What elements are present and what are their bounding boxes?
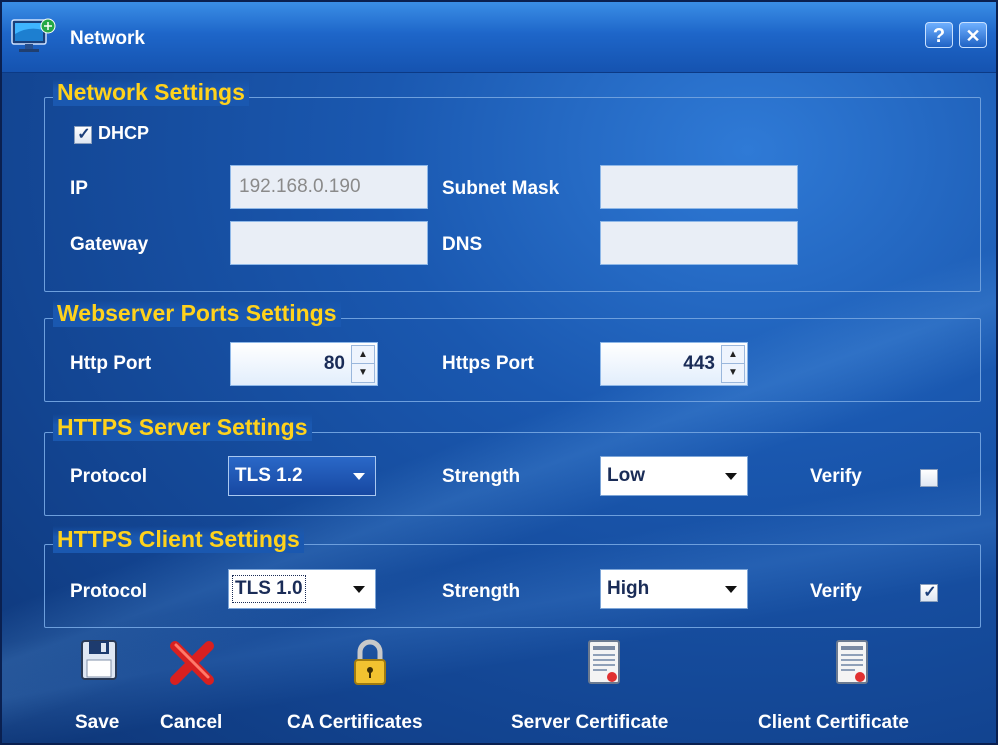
close-button[interactable]: ✕ xyxy=(959,22,987,48)
cancel-button[interactable] xyxy=(167,638,217,688)
ca-certificates-button[interactable] xyxy=(350,638,390,688)
spin-down-icon[interactable]: ▼ xyxy=(352,364,374,382)
certificate-document-icon xyxy=(836,640,868,684)
chevron-down-icon xyxy=(353,586,365,593)
window-title: Network xyxy=(70,28,145,49)
floppy-disk-icon xyxy=(81,640,117,680)
padlock-icon xyxy=(354,639,386,685)
http-port-value: 80 xyxy=(323,353,345,374)
server-strength-label: Strength xyxy=(442,466,521,487)
http-port-stepper[interactable]: ▲ ▼ xyxy=(351,345,375,383)
server-strength-value: Low xyxy=(607,465,645,486)
client-strength-label: Strength xyxy=(442,581,521,602)
server-verify-checkbox[interactable] xyxy=(920,469,938,487)
spin-down-icon[interactable]: ▼ xyxy=(722,364,744,382)
client-protocol-value: TLS 1.0 xyxy=(232,575,306,603)
chevron-down-icon xyxy=(725,586,737,593)
spin-up-icon[interactable]: ▲ xyxy=(352,346,374,364)
client-verify-checkbox[interactable]: ✓ xyxy=(920,584,938,602)
server-certificate-button[interactable] xyxy=(587,638,623,688)
http-port-spinner[interactable]: 80 ▲ ▼ xyxy=(230,342,378,386)
red-x-icon xyxy=(170,641,214,685)
dhcp-checkbox[interactable]: ✓ xyxy=(74,126,92,144)
dns-label: DNS xyxy=(442,234,483,255)
help-button[interactable]: ? xyxy=(925,22,953,48)
server-protocol-select[interactable]: TLS 1.2 xyxy=(228,456,376,496)
client-certificate-label[interactable]: Client Certificate xyxy=(758,712,909,734)
ip-label: IP xyxy=(70,178,88,199)
save-button[interactable] xyxy=(79,638,119,688)
https-port-spinner[interactable]: 443 ▲ ▼ xyxy=(600,342,748,386)
https-port-stepper[interactable]: ▲ ▼ xyxy=(721,345,745,383)
dns-field[interactable] xyxy=(600,221,798,265)
server-certificate-label[interactable]: Server Certificate xyxy=(511,712,668,734)
network-settings-legend: Network Settings xyxy=(53,79,249,106)
dhcp-label: DHCP xyxy=(98,123,150,143)
client-strength-select[interactable]: High xyxy=(600,569,748,609)
https-client-legend: HTTPS Client Settings xyxy=(53,526,304,553)
https-port-value: 443 xyxy=(683,353,715,374)
client-certificate-button[interactable] xyxy=(835,638,871,688)
chevron-down-icon xyxy=(725,473,737,480)
https-server-legend: HTTPS Server Settings xyxy=(53,414,312,441)
network-window: Network ? ✕ Network Settings ✓ DHCP IP 1… xyxy=(0,0,998,745)
chevron-down-icon xyxy=(353,473,365,480)
server-verify-label: Verify xyxy=(810,466,862,487)
gateway-label: Gateway xyxy=(70,234,149,255)
ip-field[interactable]: 192.168.0.190 xyxy=(230,165,428,209)
check-mark-icon: ✓ xyxy=(923,584,937,601)
monitor-network-icon xyxy=(11,18,56,52)
http-port-label: Http Port xyxy=(70,353,152,374)
client-strength-value: High xyxy=(607,578,650,599)
check-mark-icon: ✓ xyxy=(77,126,91,143)
client-protocol-label: Protocol xyxy=(70,581,148,602)
webserver-ports-legend: Webserver Ports Settings xyxy=(53,300,341,327)
title-bar[interactable]: Network ? ✕ xyxy=(2,2,996,73)
save-label[interactable]: Save xyxy=(75,712,119,734)
client-protocol-select[interactable]: TLS 1.0 xyxy=(228,569,376,609)
ca-certificates-label[interactable]: CA Certificates xyxy=(287,712,423,734)
server-protocol-label: Protocol xyxy=(70,466,148,487)
subnet-mask-label: Subnet Mask xyxy=(442,178,560,199)
server-protocol-value: TLS 1.2 xyxy=(235,465,303,486)
https-port-label: Https Port xyxy=(442,353,534,374)
subnet-mask-field[interactable] xyxy=(600,165,798,209)
gateway-field[interactable] xyxy=(230,221,428,265)
server-strength-select[interactable]: Low xyxy=(600,456,748,496)
client-verify-label: Verify xyxy=(810,581,862,602)
certificate-document-icon xyxy=(588,640,620,684)
spin-up-icon[interactable]: ▲ xyxy=(722,346,744,364)
cancel-label[interactable]: Cancel xyxy=(160,712,222,734)
